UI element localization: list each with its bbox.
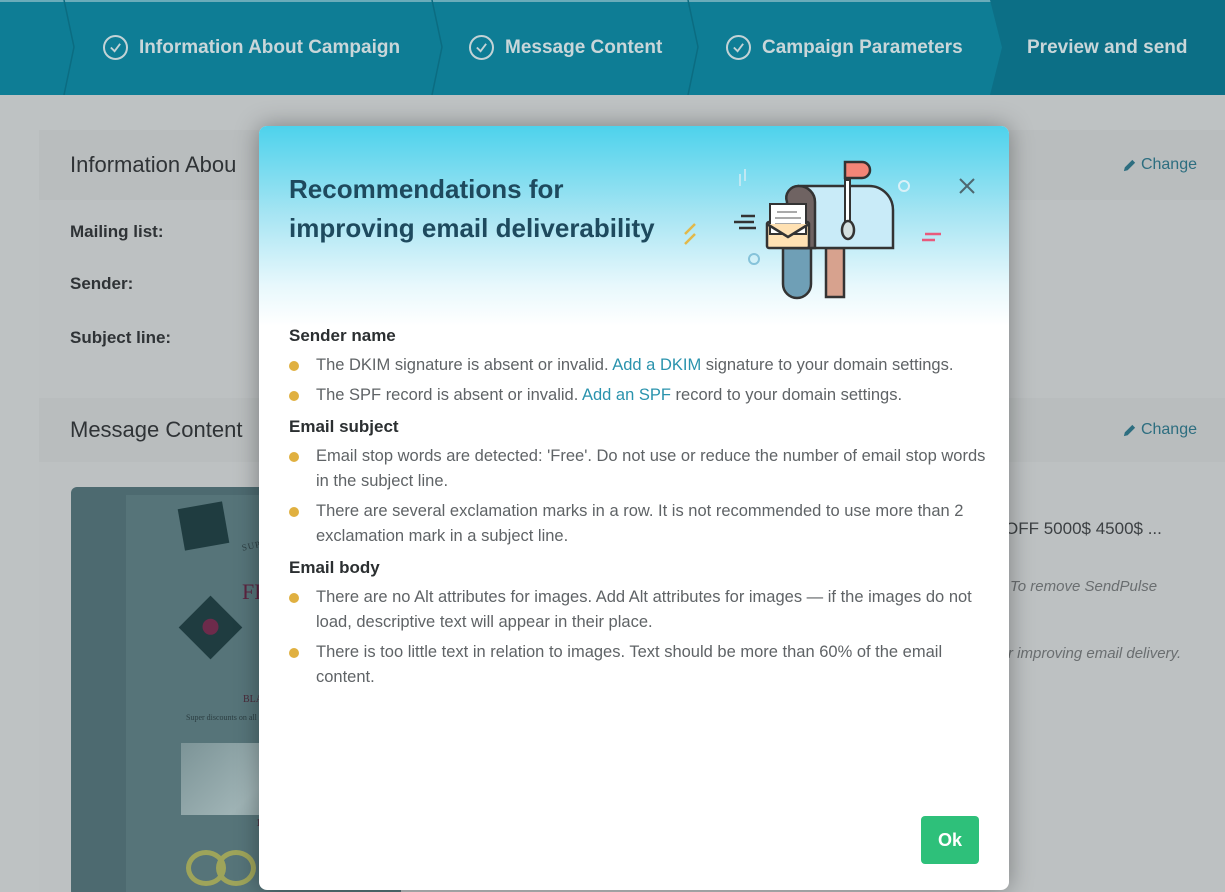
close-icon[interactable] <box>956 175 978 197</box>
mailbox-illustration-icon <box>684 160 941 300</box>
decor-circle <box>748 253 760 265</box>
ok-button[interactable]: Ok <box>921 816 979 864</box>
recommendation-text: record to your domain settings. <box>670 386 903 404</box>
recommendation-text: The SPF record is absent or invalid. <box>316 386 582 404</box>
field-label-mailing-list: Mailing list: <box>70 222 164 241</box>
message-section-title: Message Content <box>70 417 243 442</box>
info-change-link[interactable]: Change <box>1122 156 1197 174</box>
step-label: Preview and send <box>1027 36 1188 58</box>
info-section-title: Information Abou <box>70 152 237 177</box>
recommendation-item: The DKIM signature is absent or invalid.… <box>289 353 989 378</box>
delivery-note: r improving email delivery. <box>1008 645 1182 662</box>
step-message-content[interactable]: Message Content <box>469 0 662 95</box>
step-campaign-parameters[interactable]: Campaign Parameters <box>726 0 963 95</box>
recommendation-text: There are no Alt attributes for images. … <box>316 588 972 631</box>
section-title-email-body: Email body <box>289 558 380 577</box>
decor-yellow-strokes <box>684 223 696 245</box>
email-subject-recommendations: Email stop words are detected: 'Free'. D… <box>289 444 989 549</box>
step-separator <box>431 0 443 95</box>
recommendation-item: The SPF record is absent or invalid. Add… <box>289 383 989 408</box>
step-label: Message Content <box>505 36 663 58</box>
bullet-icon <box>289 391 299 401</box>
step-information-about-campaign[interactable]: Information About Campaign <box>103 0 400 95</box>
sender-name-recommendations: The DKIM signature is absent or invalid.… <box>289 353 989 408</box>
sendpulse-note: To remove SendPulse <box>1010 578 1158 595</box>
gift-box-image <box>178 595 243 660</box>
message-change-link[interactable]: Change <box>1122 421 1197 439</box>
step-separator <box>63 0 75 95</box>
decor-lines <box>739 169 746 186</box>
deliverability-recommendations-modal: Recommendations for improving email deli… <box>259 126 1009 890</box>
recommendation-text: Email stop words are detected: 'Free'. D… <box>316 447 986 490</box>
recommendation-item: Email stop words are detected: 'Free'. D… <box>289 444 989 494</box>
recommendation-text: There is too little text in relation to … <box>316 643 943 686</box>
check-circle-icon <box>469 35 494 60</box>
bullet-icon <box>289 648 299 658</box>
recommendations-list: Sender name The DKIM signature is absent… <box>289 323 989 696</box>
recommendation-text: There are several exclamation marks in a… <box>316 502 964 545</box>
pencil-icon <box>1123 424 1136 436</box>
recommendation-text: The DKIM signature is absent or invalid. <box>316 356 613 374</box>
bullet-icon <box>289 507 299 517</box>
step-separator <box>687 0 699 95</box>
check-circle-icon <box>103 35 128 60</box>
decor-circle <box>898 180 910 192</box>
recommendation-item: There are several exclamation marks in a… <box>289 499 989 549</box>
section-title-sender-name: Sender name <box>289 326 396 345</box>
pencil-icon <box>1123 159 1136 171</box>
bullet-icon <box>289 593 299 603</box>
recommendation-text: signature to your domain settings. <box>701 356 954 374</box>
step-label: Information About Campaign <box>139 36 401 58</box>
check-circle-icon <box>726 35 751 60</box>
campaign-stepper: Information About Campaign Message Conte… <box>0 0 1225 95</box>
speed-lines <box>734 214 756 230</box>
step-preview-and-send[interactable]: Preview and send <box>1027 0 1188 95</box>
bullet-icon <box>289 452 299 462</box>
add-dkim-link[interactable]: Add a DKIM <box>612 356 701 374</box>
field-label-subject-line: Subject line: <box>70 328 172 347</box>
decor-pink-lines <box>922 232 941 242</box>
field-label-sender: Sender: <box>70 274 134 293</box>
section-title-email-subject: Email subject <box>289 417 399 436</box>
recommendation-item: There is too little text in relation to … <box>289 640 989 690</box>
step-label: Campaign Parameters <box>762 36 963 58</box>
gift-box-image <box>177 501 230 551</box>
bullet-icon <box>289 361 299 371</box>
email-body-recommendations: There are no Alt attributes for images. … <box>289 585 989 690</box>
recommendation-item: There are no Alt attributes for images. … <box>289 585 989 635</box>
modal-title: Recommendations for improving email deli… <box>289 174 655 243</box>
add-spf-link[interactable]: Add an SPF <box>582 386 671 404</box>
change-label: Change <box>1140 421 1197 438</box>
change-label: Change <box>1140 156 1197 173</box>
subject-snippet: OFF 5000$ 4500$ ... <box>1005 519 1162 538</box>
